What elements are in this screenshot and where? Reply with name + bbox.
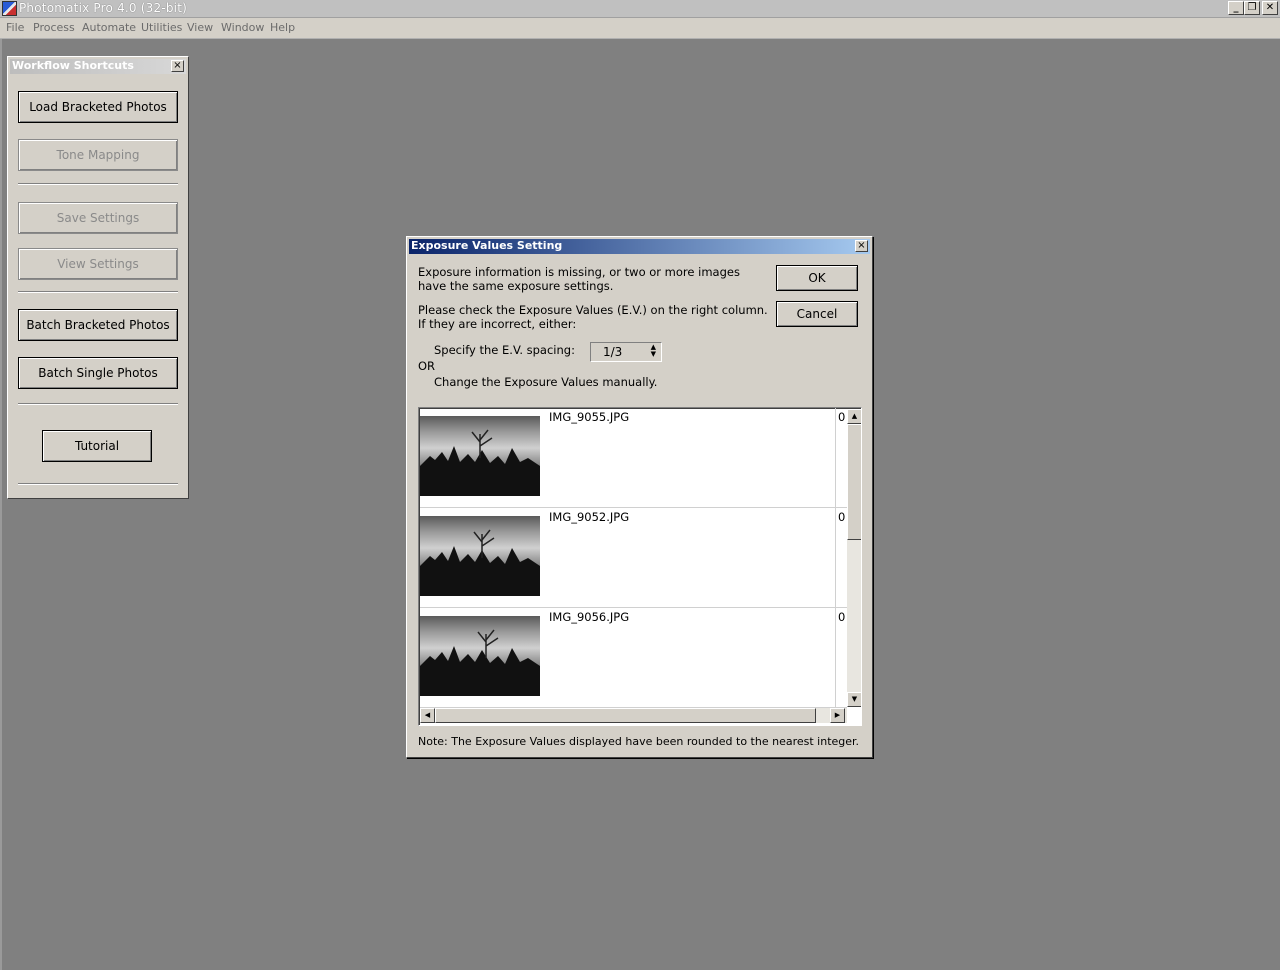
image-list[interactable]: IMG_9055.JPG 0 IMG_9052.JPG 0 IMG_9056.J… (418, 407, 862, 726)
ev-cell[interactable]: 0 (835, 408, 847, 508)
tone-mapping-button[interactable]: Tone Mapping (18, 139, 178, 171)
check-ev-message-2: If they are incorrect, either: (418, 317, 577, 331)
app-icon[interactable] (2, 1, 17, 16)
cancel-button[interactable]: Cancel (776, 301, 858, 327)
load-bracketed-photos-button[interactable]: Load Bracketed Photos (18, 91, 178, 123)
spinner-arrows-icon[interactable]: ▲ ▼ (651, 344, 656, 358)
scroll-up-icon[interactable]: ▲ (847, 409, 861, 424)
scroll-right-icon[interactable]: ▶ (830, 708, 845, 723)
panel-title-bar[interactable]: Workflow Shortcuts × (10, 59, 186, 74)
workflow-shortcuts-panel: Workflow Shortcuts × Load Bracketed Phot… (7, 56, 189, 499)
ev-value: 0 (838, 610, 846, 624)
ev-spacing-label: Specify the E.V. spacing: (434, 343, 575, 357)
ok-button[interactable]: OK (776, 265, 858, 291)
ev-value: 0 (838, 510, 846, 524)
panel-divider (18, 483, 178, 485)
tutorial-button[interactable]: Tutorial (42, 430, 152, 462)
file-name: IMG_9052.JPG (549, 510, 630, 524)
menu-window[interactable]: Window (221, 21, 264, 34)
photo-thumbnail (420, 516, 540, 596)
menu-file[interactable]: File (6, 21, 24, 34)
or-label: OR (418, 359, 436, 373)
file-name: IMG_9056.JPG (549, 610, 630, 624)
dialog-title-bar[interactable]: Exposure Values Setting × (409, 239, 870, 254)
panel-close-icon[interactable]: × (171, 60, 184, 72)
menu-process[interactable]: Process (33, 21, 75, 34)
scroll-left-icon[interactable]: ◀ (420, 708, 435, 723)
missing-info-message-2: have the same exposure settings. (418, 279, 614, 293)
file-name: IMG_9055.JPG (549, 410, 630, 424)
app-title-bar: Photomatix Pro 4.0 (32-bit) _ ❐ ✕ (0, 0, 1280, 18)
batch-single-photos-button[interactable]: Batch Single Photos (18, 357, 178, 389)
check-ev-message: Please check the Exposure Values (E.V.) … (418, 303, 768, 317)
dialog-title: Exposure Values Setting (411, 239, 563, 252)
manual-change-label: Change the Exposure Values manually. (434, 375, 658, 389)
minimize-button[interactable]: _ (1228, 1, 1244, 15)
save-settings-button[interactable]: Save Settings (18, 202, 178, 234)
list-item[interactable]: IMG_9056.JPG 0 (420, 608, 847, 708)
panel-divider (18, 291, 178, 293)
batch-bracketed-photos-button[interactable]: Batch Bracketed Photos (18, 309, 178, 341)
view-settings-button[interactable]: View Settings (18, 248, 178, 280)
ev-cell[interactable]: 0 (835, 508, 847, 608)
ev-spacing-spinner[interactable]: 1/3 ▲ ▼ (590, 342, 662, 362)
ev-cell[interactable]: 0 (835, 608, 847, 708)
rounding-note: Note: The Exposure Values displayed have… (418, 735, 860, 748)
close-window-button[interactable]: ✕ (1262, 1, 1278, 15)
exposure-values-dialog: Exposure Values Setting × Exposure infor… (406, 236, 873, 758)
menu-automate[interactable]: Automate (82, 21, 136, 34)
workspace-edge (0, 39, 2, 970)
menu-view[interactable]: View (187, 21, 213, 34)
menu-help[interactable]: Help (270, 21, 295, 34)
menu-bar: File Process Automate Utilities View Win… (0, 18, 1280, 39)
horizontal-scroll-thumb[interactable] (435, 708, 816, 723)
ev-value: 0 (838, 410, 846, 424)
ev-spacing-value: 1/3 (603, 345, 623, 359)
photo-thumbnail (420, 416, 540, 496)
scroll-down-icon[interactable]: ▼ (847, 692, 861, 707)
dialog-close-icon[interactable]: × (855, 240, 868, 252)
horizontal-scrollbar[interactable]: ◀ ▶ (420, 708, 847, 723)
app-title: Photomatix Pro 4.0 (32-bit) (19, 1, 187, 15)
restore-button[interactable]: ❐ (1244, 1, 1260, 15)
list-item[interactable]: IMG_9055.JPG 0 (420, 408, 847, 508)
missing-info-message: Exposure information is missing, or two … (418, 265, 740, 279)
photo-thumbnail (420, 616, 540, 696)
panel-divider (18, 403, 178, 405)
list-item[interactable]: IMG_9052.JPG 0 (420, 508, 847, 608)
menu-utilities[interactable]: Utilities (141, 21, 182, 34)
panel-divider (18, 183, 178, 185)
vertical-scrollbar[interactable]: ▲ ▼ (847, 409, 861, 707)
panel-title: Workflow Shortcuts (12, 59, 134, 72)
vertical-scroll-thumb[interactable] (847, 424, 861, 540)
